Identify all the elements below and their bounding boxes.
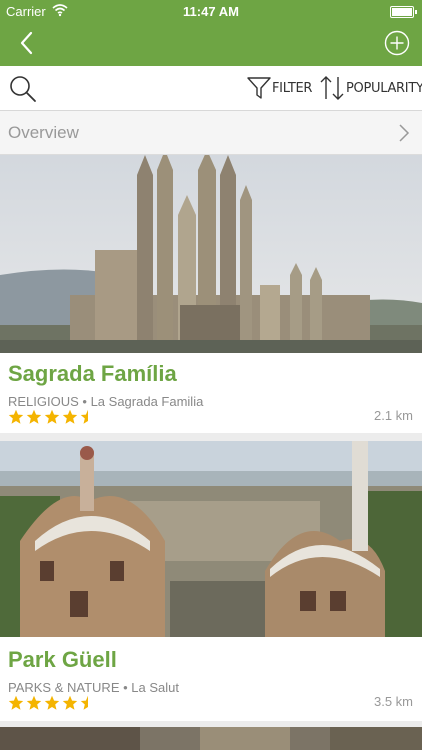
place-title: Park Güell <box>8 647 117 672</box>
place-card[interactable] <box>0 727 422 750</box>
place-photo <box>0 155 422 353</box>
half-star-icon <box>80 409 88 424</box>
place-meta: PARKS & NATURE • La Salut <box>8 680 179 695</box>
place-location: La Salut <box>131 680 179 695</box>
rating-stars <box>8 695 96 711</box>
star-icon <box>26 409 42 424</box>
sort-label: POPULARITY <box>346 80 422 96</box>
sort-icon <box>320 76 344 100</box>
place-category: RELIGIOUS <box>8 394 79 409</box>
star-icon <box>44 695 60 710</box>
place-distance: 3.5 km <box>373 694 413 709</box>
place-category: PARKS & NATURE <box>8 680 120 695</box>
rating-stars <box>8 409 96 425</box>
sort-button[interactable]: POPULARITY <box>318 74 422 102</box>
star-icon <box>44 409 60 424</box>
toolbar: FILTER POPULARITY <box>0 66 422 111</box>
place-photo <box>0 441 422 637</box>
nav-bar <box>0 22 422 66</box>
star-icon <box>62 409 78 424</box>
battery-icon <box>390 6 417 18</box>
filter-icon <box>247 77 271 99</box>
chevron-right-icon <box>399 124 410 142</box>
search-button[interactable] <box>8 74 38 104</box>
clock: 11:47 AM <box>183 4 239 19</box>
filter-label: FILTER <box>272 80 313 96</box>
place-location: La Sagrada Familia <box>90 394 204 409</box>
place-photo <box>0 727 422 750</box>
star-icon <box>26 695 42 710</box>
star-icon <box>62 695 78 710</box>
overview-label: Overview <box>8 123 79 142</box>
back-button[interactable] <box>12 28 42 58</box>
place-meta: RELIGIOUS • La Sagrada Familia <box>8 394 204 409</box>
place-distance: 2.1 km <box>373 408 413 423</box>
status-bar: Carrier 11:47 AM <box>0 0 422 22</box>
half-star-icon <box>80 695 88 710</box>
star-icon <box>8 695 24 710</box>
place-card[interactable]: Park Güell PARKS & NATURE • La Salut 3.5… <box>0 441 422 721</box>
place-card[interactable]: Sagrada Família RELIGIOUS • La Sagrada F… <box>0 155 422 433</box>
place-title: Sagrada Família <box>8 361 177 386</box>
overview-row[interactable]: Overview <box>0 111 422 155</box>
add-button[interactable] <box>384 30 410 56</box>
filter-button[interactable]: FILTER <box>246 74 312 102</box>
star-icon <box>8 409 24 424</box>
